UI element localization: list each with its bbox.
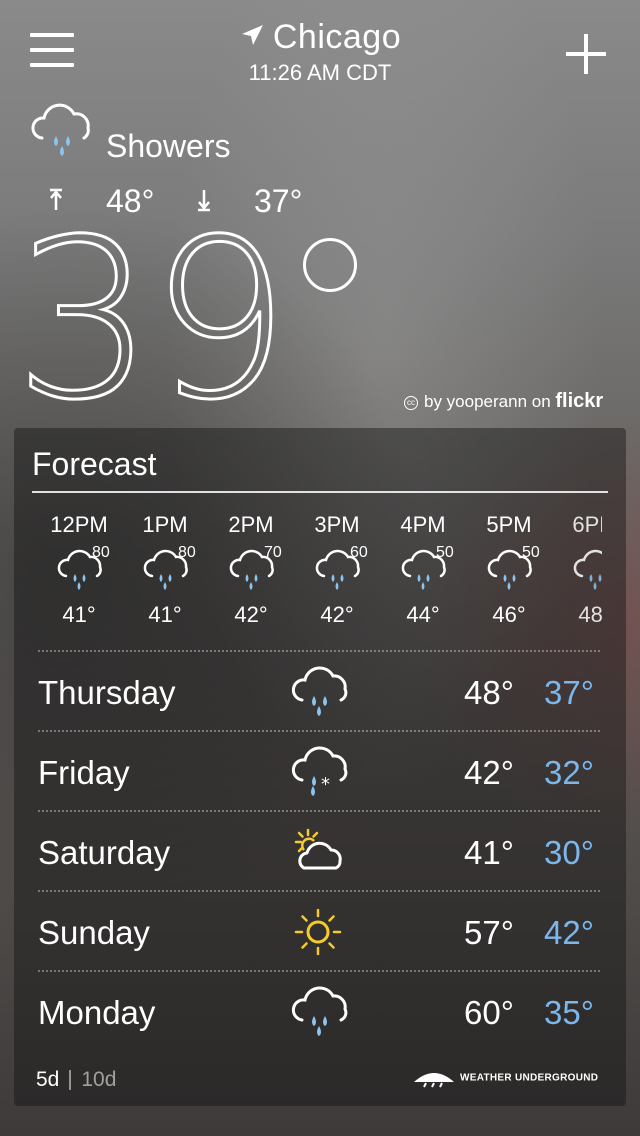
hour-temp: 42° [234, 602, 268, 627]
photo-credit[interactable]: cc by yooperann on flickr [404, 390, 603, 413]
showers-icon [290, 662, 350, 727]
day-high: 48° [464, 674, 514, 711]
precip-chance: 50 [436, 544, 454, 561]
location-arrow-icon [241, 25, 263, 46]
svg-text:*: * [321, 774, 330, 795]
city-name: Chicago [272, 18, 402, 56]
rain-snow-icon: * [290, 742, 350, 807]
hour-label: 5PM [486, 512, 532, 537]
day-name: Saturday [38, 834, 171, 871]
day-low: 42° [544, 914, 594, 951]
showers-icon [28, 100, 98, 167]
hour-label: 1PM [142, 512, 188, 537]
forecast-range-tabs: 5d 10d [36, 1068, 116, 1092]
day-name: Thursday [38, 674, 176, 711]
hourly-item: 2PM 70 42° [208, 512, 294, 628]
sunny-icon [290, 902, 350, 967]
weather-underground-text: WEATHER UNDERGROUND [460, 1072, 599, 1084]
hour-temp: 41° [62, 602, 96, 627]
hourly-item: 4PM 50 44° [380, 512, 466, 628]
hour-temp: 48° [578, 602, 602, 627]
daily-row[interactable]: Saturday 41° 30° [38, 812, 600, 892]
day-name: Sunday [38, 914, 150, 951]
daily-row[interactable]: Sunday 57° 42° [38, 892, 600, 972]
daily-row[interactable]: Thursday 48° 37° [38, 652, 600, 732]
hour-temp: 44° [406, 602, 440, 627]
forecast-divider [32, 491, 608, 493]
day-low: 35° [544, 994, 594, 1031]
hourly-item: 1PM 80 41° [122, 512, 208, 628]
showers-icon [573, 549, 602, 590]
hourly-item: 12PM 80 41° [36, 512, 122, 628]
day-high: 57° [464, 914, 514, 951]
tab-separator [69, 1070, 72, 1091]
condition-text: Showers [106, 128, 231, 164]
hour-label: 3PM [314, 512, 360, 537]
weather-underground-icon [414, 1073, 454, 1088]
precip-chance: 50 [522, 544, 540, 561]
day-name: Friday [38, 754, 130, 791]
creative-commons-icon: cc [404, 395, 418, 410]
daily-row[interactable]: Monday 60° 35° [38, 972, 600, 1052]
location-header: Chicago [0, 18, 640, 57]
add-location-button[interactable] [566, 34, 606, 74]
hourly-forecast-strip[interactable]: 12PM 80 41° 1PM 80 41° 2PM 70 42° 3PM 60… [36, 512, 602, 642]
showers-icon [290, 982, 350, 1047]
day-low: 37° [544, 674, 594, 711]
day-name: Monday [38, 994, 156, 1031]
hour-temp: 42° [320, 602, 354, 627]
hourly-item: 3PM 60 42° [294, 512, 380, 628]
precip-chance: 60 [350, 544, 368, 561]
day-low: 30° [544, 834, 594, 871]
flickr-logo: flickr [555, 390, 604, 412]
hour-temp: 41° [148, 602, 182, 627]
day-high: 42° [464, 754, 514, 791]
precip-chance: 80 [178, 544, 196, 561]
precip-chance: 80 [92, 544, 110, 561]
hourly-item: 5PM 50 46° [466, 512, 552, 628]
daily-row[interactable]: Friday * 42° 32° [38, 732, 600, 812]
hour-temp: 46° [492, 602, 526, 627]
day-low: 32° [544, 754, 594, 791]
photo-credit-text: by yooperann on [424, 392, 551, 411]
tab-5d[interactable]: 5d [36, 1068, 59, 1091]
hourly-item: 6PM 40 48° [552, 512, 602, 628]
weather-underground-logo[interactable]: WEATHER UNDERGROUND [412, 1068, 598, 1088]
hour-label: 6PM [572, 512, 602, 537]
partly-cloudy-icon [290, 822, 350, 887]
local-time: 11:26 AM CDT [248, 60, 392, 85]
tab-10d[interactable]: 10d [81, 1068, 116, 1091]
hour-label: 2PM [228, 512, 274, 537]
precip-chance: 70 [264, 544, 282, 561]
day-high: 60° [464, 994, 514, 1031]
current-temperature: 39 [13, 192, 292, 448]
day-high: 41° [464, 834, 514, 871]
hour-label: 12PM [50, 512, 108, 537]
forecast-title: Forecast [32, 446, 157, 482]
hour-label: 4PM [400, 512, 446, 537]
degree-symbol [303, 238, 357, 292]
